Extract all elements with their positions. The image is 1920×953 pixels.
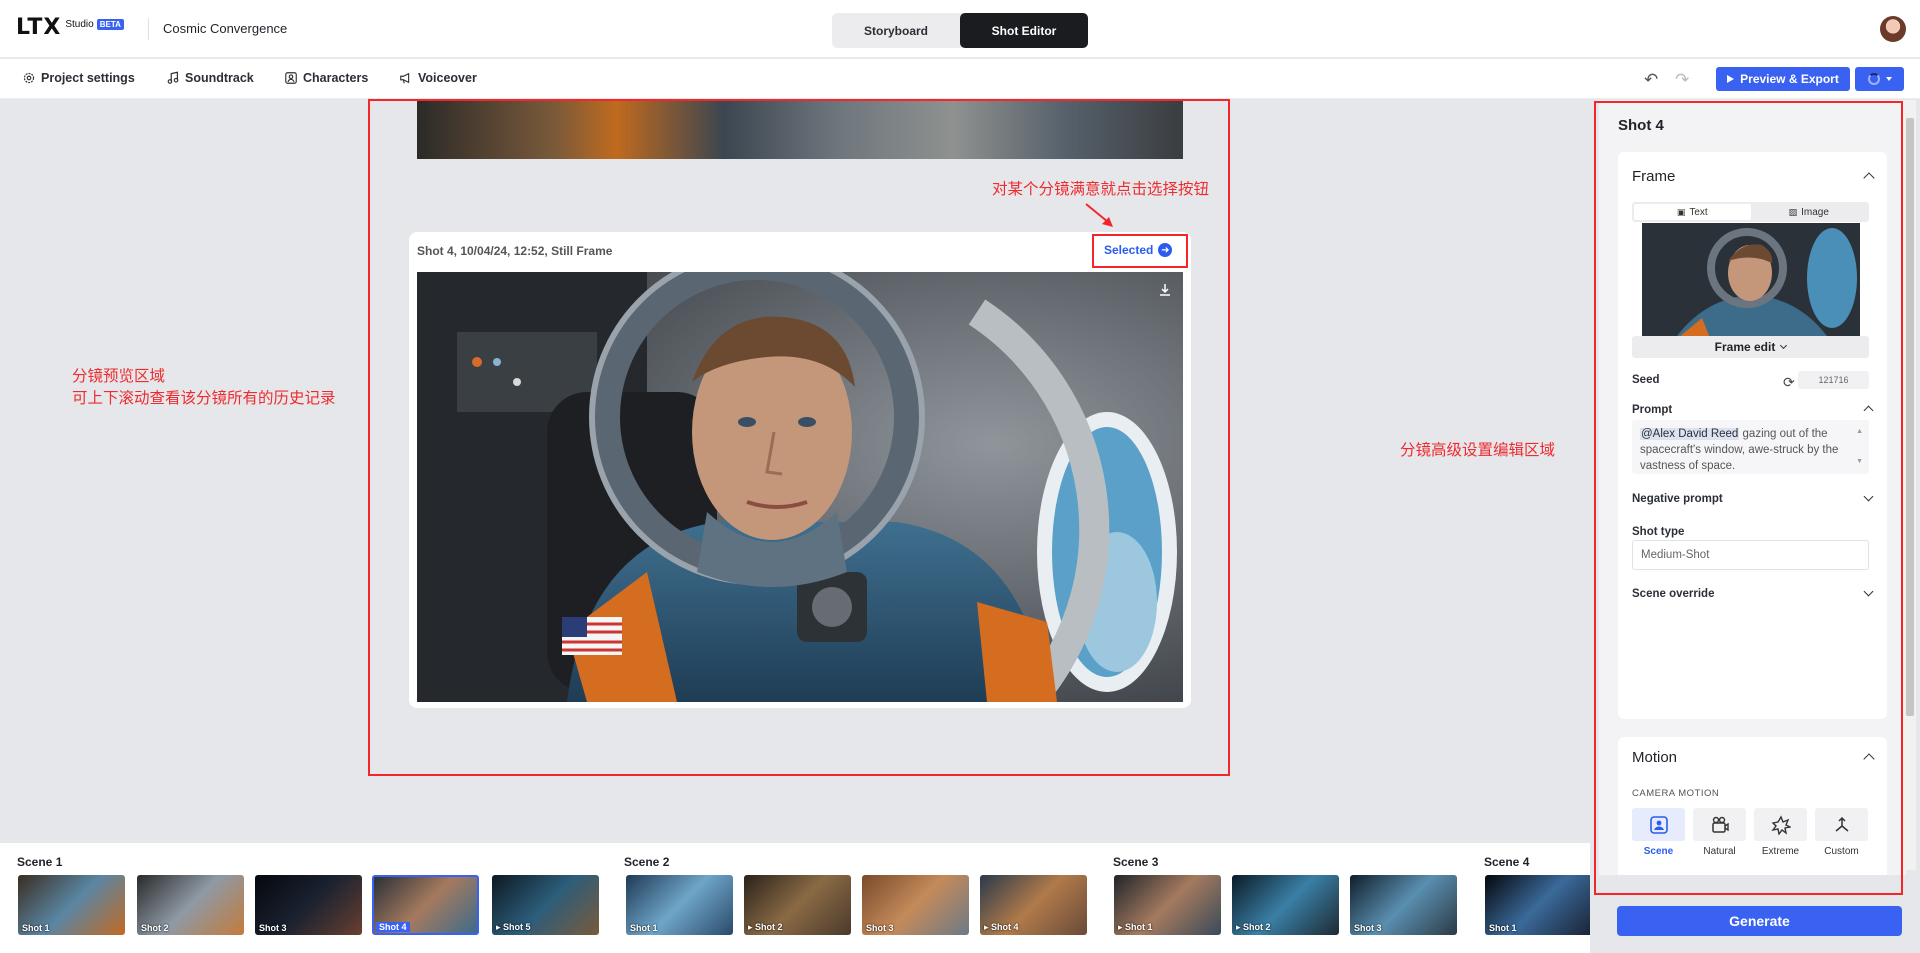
- scene-timeline: Scene 1 Shot 1 Shot 2 Shot 3 Shot 4 ▸ Sh…: [0, 843, 1590, 953]
- preview-export-label: Preview & Export: [1740, 72, 1839, 86]
- ltx-studio-logo[interactable]: LTX Studio BETA: [16, 16, 124, 40]
- scene-title: Scene 4: [1484, 855, 1530, 869]
- shot-thumbnail[interactable]: ▸ Shot 2: [1232, 875, 1339, 935]
- shot-thumbnail[interactable]: ▸ Shot 4: [980, 875, 1087, 935]
- shot-thumbnail[interactable]: ▸ Shot 5: [492, 875, 599, 935]
- shot-thumbnail[interactable]: Shot 1: [18, 875, 125, 935]
- shot-thumbnail[interactable]: Shot 1: [626, 875, 733, 935]
- logo-studio-text: Studio: [65, 19, 94, 30]
- project-name[interactable]: Cosmic Convergence: [163, 21, 287, 36]
- shot-thumbnail[interactable]: Shot 3: [255, 875, 362, 935]
- divider: [148, 18, 149, 40]
- panel-scrollbar[interactable]: [1904, 100, 1916, 870]
- generate-button[interactable]: Generate: [1617, 906, 1902, 936]
- shot-thumbnail[interactable]: Shot 3: [862, 875, 969, 935]
- user-avatar[interactable]: [1880, 16, 1906, 42]
- scene-title: Scene 2: [624, 855, 670, 869]
- scene-title: Scene 3: [1113, 855, 1159, 869]
- top-bar: LTX Studio BETA Cosmic Convergence Story…: [0, 0, 1920, 58]
- undo-icon[interactable]: ↶: [1644, 70, 1658, 90]
- shot-thumbnail-selected[interactable]: Shot 4: [372, 875, 479, 935]
- shot-thumbnail[interactable]: Shot 2: [137, 875, 244, 935]
- soundtrack-button[interactable]: Soundtrack: [166, 71, 254, 85]
- shot-thumbnail[interactable]: ▸ Shot 1: [1114, 875, 1221, 935]
- chevron-down-icon: [1885, 77, 1892, 81]
- secondary-toolbar: Project settings Soundtrack Characters V…: [0, 59, 1920, 99]
- project-settings-label: Project settings: [41, 71, 135, 85]
- voiceover-label: Voiceover: [418, 71, 477, 85]
- settings-area-annotation-text: 分镜高级设置编辑区域: [1400, 442, 1556, 459]
- preview-export-button[interactable]: Preview & Export: [1716, 67, 1850, 91]
- character-icon: [285, 72, 297, 84]
- logo-wordmark: LTX: [16, 15, 62, 40]
- voiceover-button[interactable]: Voiceover: [399, 71, 477, 85]
- select-hint-annotation-text: 对某个分镜满意就点击选择按钮: [992, 181, 1210, 198]
- project-settings-button[interactable]: Project settings: [22, 71, 135, 85]
- play-icon: [1727, 75, 1735, 83]
- characters-button[interactable]: Characters: [284, 71, 368, 85]
- shot-thumbnail[interactable]: Shot 3: [1350, 875, 1457, 935]
- music-note-icon: [167, 71, 179, 84]
- tab-shot-editor[interactable]: Shot Editor: [960, 13, 1088, 48]
- megaphone-icon: [400, 72, 410, 84]
- redo-icon[interactable]: ↷: [1675, 70, 1689, 90]
- tab-storyboard[interactable]: Storyboard: [832, 13, 960, 48]
- annotation-arrow-icon: [1085, 203, 1113, 227]
- gear-icon: [23, 72, 35, 84]
- soundtrack-label: Soundtrack: [185, 71, 254, 85]
- scene-title: Scene 1: [17, 855, 63, 869]
- shot-thumbnail[interactable]: ▸ Shot 2: [744, 875, 851, 935]
- beta-badge: BETA: [96, 19, 124, 30]
- shot-thumbnail[interactable]: Shot 1: [1485, 875, 1590, 935]
- characters-label: Characters: [303, 71, 369, 85]
- settings-area-annotation-box: [1594, 101, 1903, 895]
- export-options-button[interactable]: [1855, 67, 1904, 91]
- preview-area-annotation-text: 分镜预览区域: [72, 368, 166, 385]
- mode-switch: Storyboard Shot Editor: [832, 13, 1088, 48]
- loading-spinner-icon: [1867, 73, 1880, 85]
- selected-annotation-box: [1092, 234, 1188, 268]
- preview-area-annotation-text-2: 可上下滚动查看该分镜所有的历史记录: [72, 390, 336, 407]
